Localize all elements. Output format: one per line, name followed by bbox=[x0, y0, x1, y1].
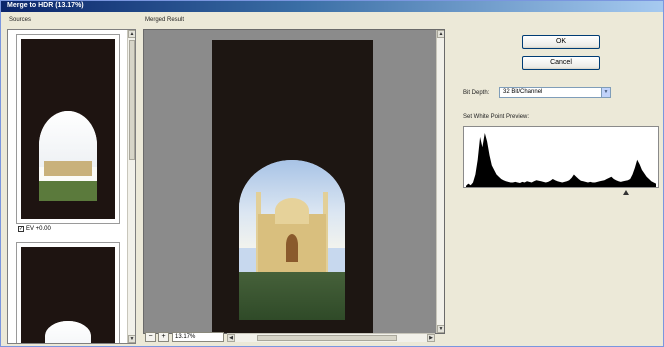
white-point-label: Set White Point Preview: bbox=[463, 114, 530, 120]
arch-opening bbox=[45, 321, 91, 343]
preview-horizontal-scrollbar[interactable]: ◀ ▶ bbox=[227, 333, 435, 342]
scroll-thumb[interactable] bbox=[129, 40, 135, 160]
sources-panel: ✓ EV +0.00 ▲ ▼ bbox=[7, 29, 136, 344]
source-thumbnail-1[interactable] bbox=[16, 34, 120, 224]
merged-result-preview[interactable]: ▲ ▼ bbox=[143, 29, 445, 334]
arch-view bbox=[239, 160, 345, 320]
ok-button[interactable]: OK bbox=[522, 35, 600, 49]
source-thumbnail-2[interactable] bbox=[16, 242, 120, 343]
cancel-button[interactable]: Cancel bbox=[522, 56, 600, 70]
bit-depth-label: Bit Depth: bbox=[463, 90, 490, 96]
histogram-curve bbox=[466, 133, 656, 187]
source-1-checkbox[interactable]: ✓ bbox=[18, 226, 24, 232]
merged-image bbox=[212, 40, 373, 333]
bit-depth-select[interactable]: 32 Bit/Channel ▼ bbox=[499, 87, 611, 98]
preview-vertical-scrollbar[interactable]: ▲ ▼ bbox=[436, 30, 444, 333]
zoom-out-button[interactable]: − bbox=[145, 332, 156, 342]
sources-scrollbar[interactable]: ▲ ▼ bbox=[127, 30, 135, 343]
zoom-controls: − + 13.17% ◀ ▶ bbox=[143, 332, 445, 344]
merge-to-hdr-dialog: Merge to HDR (13.17%) Sources ✓ EV +0.00… bbox=[0, 0, 664, 347]
chevron-down-icon[interactable]: ▼ bbox=[601, 88, 610, 97]
merged-result-label: Merged Result bbox=[145, 17, 185, 23]
scroll-left-arrow[interactable]: ◀ bbox=[227, 334, 235, 342]
histogram-chart bbox=[466, 133, 656, 187]
histogram bbox=[463, 126, 659, 188]
source-1-caption: EV +0.00 bbox=[26, 226, 51, 232]
white-point-slider-handle[interactable] bbox=[622, 190, 629, 195]
bit-depth-value: 32 Bit/Channel bbox=[503, 89, 543, 95]
zoom-level-field[interactable]: 13.17% bbox=[172, 332, 224, 342]
scroll-right-arrow[interactable]: ▶ bbox=[427, 334, 435, 342]
scroll-thumb[interactable] bbox=[257, 335, 397, 341]
source-image-2 bbox=[21, 247, 115, 343]
white-point-slider[interactable] bbox=[463, 190, 659, 195]
scroll-up-arrow[interactable]: ▲ bbox=[437, 30, 444, 38]
source-image-1 bbox=[21, 39, 115, 219]
sources-label: Sources bbox=[9, 17, 32, 23]
title-bar[interactable]: Merge to HDR (13.17%) bbox=[1, 1, 663, 12]
arch-opening bbox=[39, 111, 97, 201]
scroll-down-arrow[interactable]: ▼ bbox=[128, 335, 135, 343]
scroll-up-arrow[interactable]: ▲ bbox=[128, 30, 135, 38]
window-title: Merge to HDR (13.17%) bbox=[7, 2, 84, 9]
zoom-in-button[interactable]: + bbox=[158, 332, 169, 342]
